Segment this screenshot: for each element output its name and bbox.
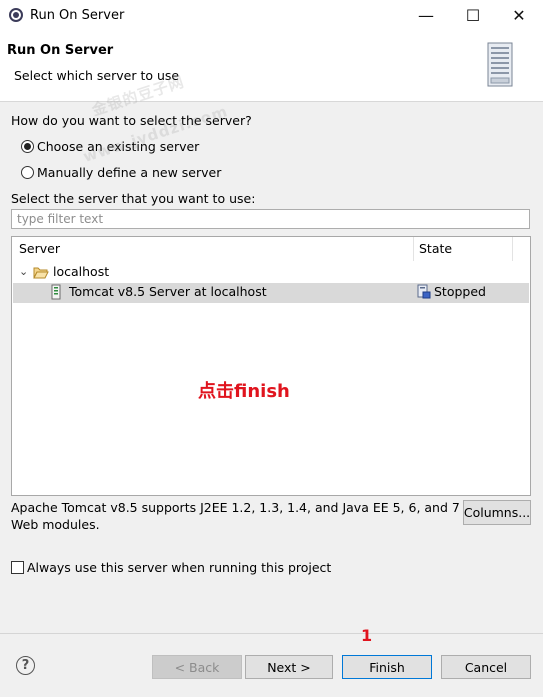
radio-manual-label[interactable]: Manually define a new server	[37, 165, 221, 180]
column-header-server[interactable]: Server	[19, 237, 60, 261]
column-divider[interactable]	[512, 237, 513, 261]
filter-input[interactable]	[11, 209, 530, 229]
header-title: Run On Server	[7, 43, 114, 58]
radio-existing-server[interactable]	[21, 140, 34, 153]
step-number-annotation: 1	[361, 626, 373, 645]
wizard-header: Run On Server Select which server to use	[0, 31, 543, 102]
folder-open-icon	[33, 267, 49, 279]
server-name[interactable]: Tomcat v8.5 Server at localhost	[69, 284, 267, 299]
back-button[interactable]: < Back	[152, 655, 242, 679]
footer-divider	[0, 633, 543, 634]
window-title: Run On Server	[30, 8, 125, 23]
column-divider[interactable]	[413, 237, 414, 261]
select-server-label: Select the server that you want to use:	[11, 191, 256, 206]
annotation-click-finish: 点击finish	[198, 381, 290, 402]
always-use-checkbox[interactable]	[11, 561, 24, 574]
help-icon[interactable]: ?	[16, 656, 35, 675]
radio-manual-server[interactable]	[21, 166, 34, 179]
columns-button[interactable]: Columns...	[463, 500, 531, 525]
server-stopped-icon	[417, 284, 431, 299]
server-table[interactable]: Server State ⌄ localhost Tomcat v8.5 Ser…	[11, 236, 531, 496]
close-button[interactable]: ✕	[496, 0, 542, 31]
next-button[interactable]: Next >	[245, 655, 333, 679]
minimize-button[interactable]: —	[403, 0, 449, 31]
title-bar: Run On Server — ☐ ✕	[0, 0, 543, 31]
tomcat-server-icon	[51, 284, 61, 300]
column-header-state[interactable]: State	[419, 237, 452, 261]
eclipse-icon	[9, 8, 23, 22]
always-use-label[interactable]: Always use this server when running this…	[27, 560, 331, 575]
maximize-button[interactable]: ☐	[450, 0, 496, 31]
group-localhost[interactable]: localhost	[53, 264, 109, 279]
server-tower-icon	[487, 42, 513, 87]
chevron-down-icon[interactable]: ⌄	[19, 265, 28, 278]
server-state: Stopped	[434, 284, 486, 299]
cancel-button[interactable]: Cancel	[441, 655, 531, 679]
server-description: Apache Tomcat v8.5 supports J2EE 1.2, 1.…	[11, 500, 460, 532]
finish-button[interactable]: Finish	[342, 655, 432, 679]
